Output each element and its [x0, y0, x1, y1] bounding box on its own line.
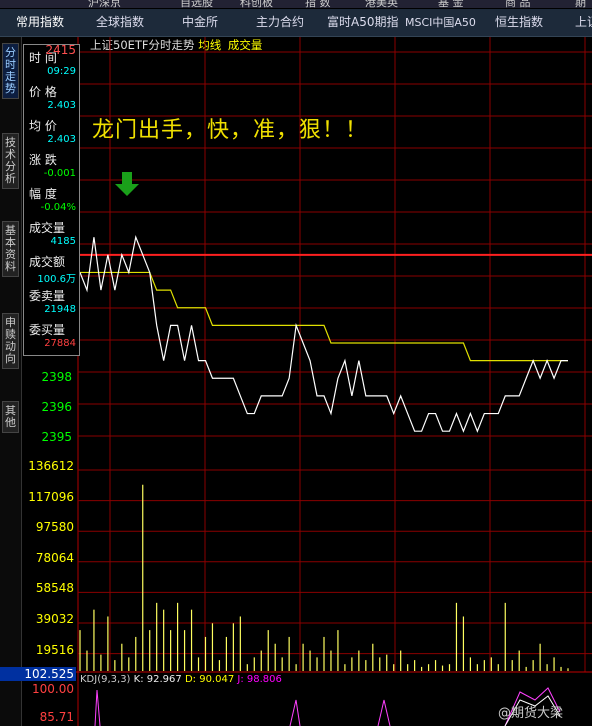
down-arrow-icon	[115, 172, 139, 196]
watermark-text: @期货大梁	[498, 706, 564, 721]
info-value: 2.403	[47, 134, 76, 145]
side-tab[interactable]: 申赎动向	[2, 313, 19, 369]
tab-item[interactable]: 中金所	[182, 9, 218, 36]
info-value: 2.403	[47, 100, 76, 111]
tab-item[interactable]: 恒生指数	[495, 9, 543, 36]
kdj-legend: KDJ(9,3,3) K: 92.967 D: 90.047 J: 98.806	[80, 674, 282, 685]
side-tab[interactable]: 分时走势	[2, 43, 19, 99]
info-label: 成交额	[29, 255, 66, 269]
info-label: 均 价	[29, 119, 57, 133]
kdj-axis-label-mid: 85.71	[39, 710, 74, 724]
info-label: 幅 度	[29, 187, 57, 201]
kdj-name: KDJ(9,3,3)	[80, 674, 131, 685]
info-label: 成交量	[29, 221, 66, 235]
chart-title-name: 上证50ETF分时走势	[90, 38, 195, 52]
tab-item[interactable]: 上证	[575, 9, 592, 36]
info-label: 涨 跌	[29, 153, 57, 167]
info-label: 价 格	[29, 85, 57, 99]
tab-item[interactable]: 全球指数	[96, 9, 144, 36]
info-label: 委卖量	[29, 289, 66, 303]
side-tab[interactable]: 技术分析	[2, 133, 19, 189]
price-axis-label: 2396	[41, 400, 72, 414]
info-label: 委买量	[29, 323, 66, 337]
info-value: -0.001	[43, 168, 76, 179]
info-value: 21948	[44, 304, 76, 315]
price-axis-label: 2398	[41, 370, 72, 384]
volume-axis-label: 19516	[35, 642, 74, 657]
avg-line-legend: 均线	[198, 38, 222, 52]
kdj-j-line	[94, 689, 101, 726]
kdj-j-value: J: 98.806	[237, 674, 282, 685]
info-value: 4185	[50, 236, 76, 247]
volume-legend: 成交量	[227, 38, 263, 52]
intraday-chart[interactable]	[0, 0, 592, 726]
kdj-j-line	[289, 699, 301, 726]
volume-axis-label: 117096	[28, 489, 74, 504]
tab-item[interactable]: 常用指数	[16, 9, 64, 36]
top-menubar: 沪深京 自选股 科创板指 数港美英基 金商 品期	[0, 0, 592, 9]
index-tabs: 常用指数 全球指数 中金所 主力合约富时A50期指 MSCI中国A50 恒生指数 上证	[0, 9, 592, 37]
volume-axis-label: 58548	[35, 581, 74, 596]
volume-axis-label: 97580	[35, 520, 74, 535]
info-value: 100.6万	[37, 274, 76, 285]
price-axis-label: 2395	[41, 430, 72, 444]
kdj-k-value: K: 92.967	[133, 674, 182, 685]
kdj-j-line	[377, 699, 391, 726]
price-axis-top-label: 2415	[45, 43, 76, 57]
side-tab[interactable]: 其他	[2, 401, 19, 433]
tab-item[interactable]: 主力合约	[256, 9, 304, 36]
headline-annotation: 龙门出手，快，准，狠！！	[92, 118, 369, 143]
info-value: -0.04%	[40, 202, 76, 213]
quote-info-box: 时 间 09:29 价 格 2.403 均 价 2.403 涨 跌 -0.001 幅 度 -0.0…	[23, 44, 80, 356]
info-value: 27884	[44, 338, 76, 349]
average-price-line	[80, 271, 568, 362]
side-tab[interactable]: 基本资料	[2, 221, 19, 277]
volume-axis-label: 78064	[35, 550, 74, 565]
tab-item[interactable]: 富时A50期指	[327, 9, 398, 36]
kdj-axis-label-top: 100.00	[32, 682, 74, 696]
volume-axis-label: 39032	[35, 612, 74, 626]
price-line	[79, 235, 568, 433]
chart-title: 上证50ETF分时走势 均线 成交量	[90, 37, 262, 53]
side-tabs: 分时走势技术分析基本资料申赎动向其他	[0, 37, 22, 726]
tab-item[interactable]: MSCI中国A50	[405, 9, 476, 36]
bottom-index-value: 102.525	[0, 667, 76, 681]
kdj-d-value: D: 90.047	[184, 674, 235, 685]
volume-axis-label: 136612	[28, 459, 74, 473]
info-value: 09:29	[47, 66, 76, 77]
